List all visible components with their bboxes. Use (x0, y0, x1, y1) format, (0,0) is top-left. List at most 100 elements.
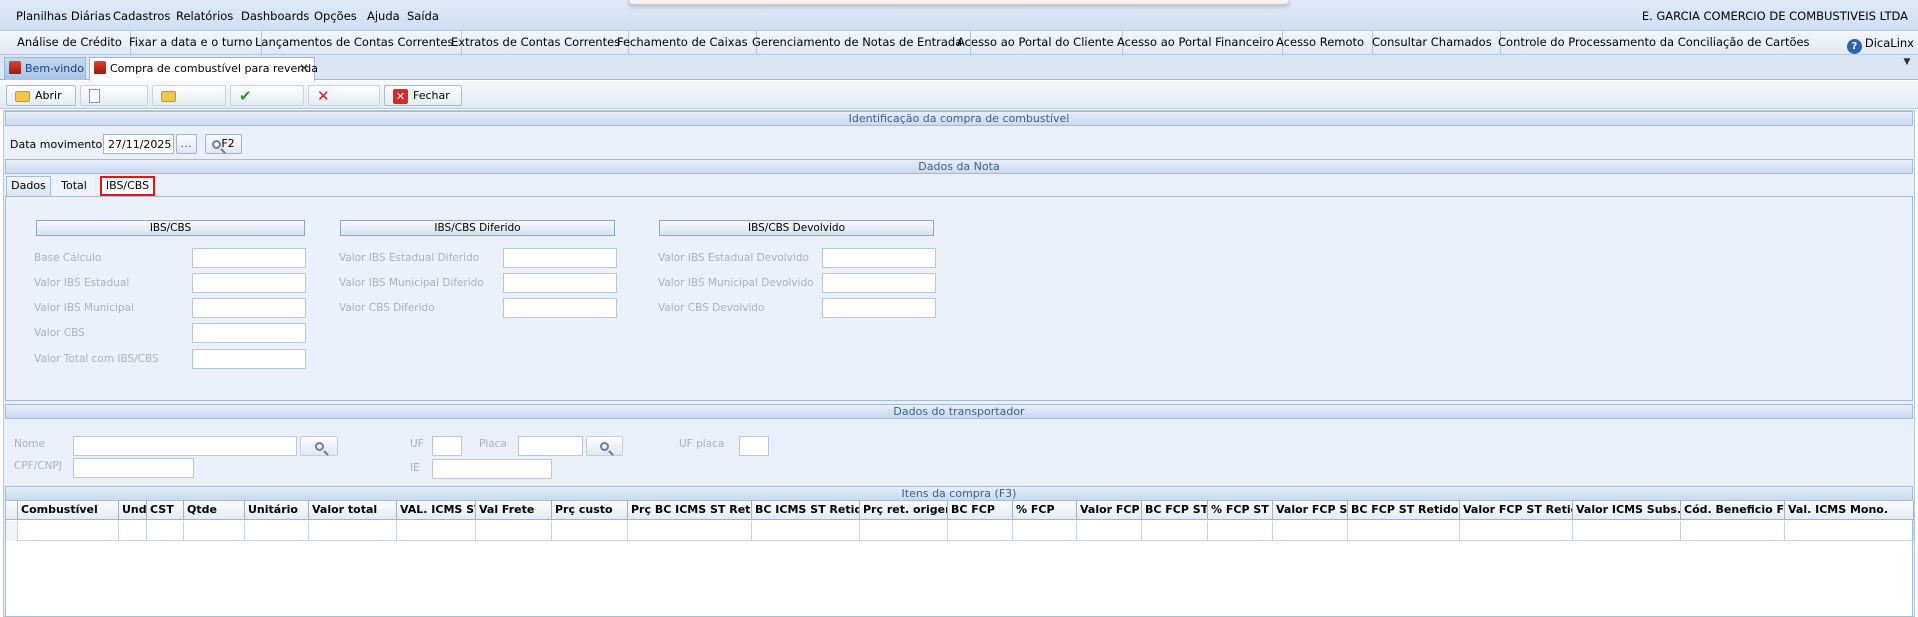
cell-valor-fcp-st[interactable] (1273, 521, 1348, 541)
cell-val-icms-mono[interactable] (1785, 521, 1914, 541)
col-bc-icms-st-retido[interactable]: BC ICMS ST Retido (752, 501, 860, 520)
tab-dados[interactable]: Dados (6, 176, 51, 196)
shortcut-extratos[interactable]: Extratos de Contas Correntes (443, 31, 630, 54)
valor-ibs-municipal-field[interactable] (192, 298, 306, 318)
menu-opcoes[interactable]: Opções (314, 9, 357, 23)
cell-valor-fcp-st-retido[interactable] (1460, 521, 1573, 541)
dicalinx-link[interactable]: ? DicaLinx (1846, 34, 1914, 54)
menu-cadastros[interactable]: Cadastros (113, 9, 170, 23)
confirmar-button[interactable]: ✔ (230, 85, 304, 106)
nome-field[interactable] (73, 436, 297, 456)
shortcut-portal-cliente[interactable]: Acesso ao Portal do Cliente (949, 31, 1123, 54)
menu-planilhas[interactable]: Planilhas Diárias (16, 9, 111, 23)
ibs-municipal-diferido-field[interactable] (503, 273, 617, 293)
cancelar-button[interactable]: ✕ (308, 85, 380, 106)
cell-bc-fcp[interactable] (948, 521, 1013, 541)
col-valor-fcp-st-retido[interactable]: Valor FCP ST Retido (1460, 501, 1573, 520)
ibs-estadual-devolvido-field[interactable] (822, 248, 936, 268)
col-val-frete[interactable]: Val Frete (476, 501, 552, 520)
valor-ibs-estadual-field[interactable] (192, 273, 306, 293)
col-combustivel[interactable]: Combustível (18, 501, 119, 520)
tab-ibs-cbs[interactable]: IBS/CBS (100, 176, 155, 196)
cell-pct-fcp-st[interactable] (1208, 521, 1273, 541)
col-val-icms-st[interactable]: VAL. ICMS ST (397, 501, 476, 520)
cell-pct-fcp[interactable] (1013, 521, 1077, 541)
menu-ajuda[interactable]: Ajuda (367, 9, 400, 23)
cell-bc-fcp-st[interactable] (1142, 521, 1208, 541)
placa-search-button[interactable] (586, 436, 623, 456)
cell-combustivel[interactable] (18, 521, 119, 541)
col-pct-fcp-st[interactable]: % FCP ST (1208, 501, 1273, 520)
novo-button[interactable] (80, 85, 148, 106)
menu-dashboards[interactable]: Dashboards (241, 9, 309, 23)
tab-compra-combustivel[interactable]: Compra de combustível para revenda ✕ (89, 57, 318, 81)
col-cst[interactable]: CST (147, 501, 184, 520)
cell-unitario[interactable] (245, 521, 309, 541)
cell-prc-bc-icms-st-retid[interactable] (628, 521, 752, 541)
shortcut-gerenciamento-notas[interactable]: Gerenciamento de Notas de Entrada (744, 31, 972, 54)
shortcut-acesso-remoto[interactable]: Acesso Remoto (1268, 31, 1374, 54)
cell-valor-total[interactable] (309, 521, 397, 541)
col-bc-fcp[interactable]: BC FCP (948, 501, 1013, 520)
shortcut-lancamentos[interactable]: Lançamentos de Contas Correntes (247, 31, 463, 54)
cell-val-frete[interactable] (476, 521, 552, 541)
cell-prc-ret-origem[interactable] (860, 521, 948, 541)
cbs-diferido-field[interactable] (503, 298, 617, 318)
col-bc-fcp-st-retido[interactable]: BC FCP ST Retido (1348, 501, 1460, 520)
col-prc-custo[interactable]: Prç custo (552, 501, 628, 520)
col-prc-ret-origem[interactable]: Prç ret. origem (860, 501, 948, 520)
cell-val-icms-st[interactable] (397, 521, 476, 541)
valor-cbs-field[interactable] (192, 323, 306, 343)
cbs-devolvido-field[interactable] (822, 298, 936, 318)
col-pct-fcp[interactable]: % FCP (1013, 501, 1077, 520)
editar-button[interactable] (152, 85, 226, 106)
shortcut-portal-financeiro[interactable]: Acesso ao Portal Financeiro (1109, 31, 1283, 54)
abrir-button[interactable]: Abrir (6, 85, 76, 106)
cell-bc-icms-st-retido[interactable] (752, 521, 860, 541)
col-bc-fcp-st[interactable]: BC FCP ST (1142, 501, 1208, 520)
table-row[interactable] (6, 521, 1914, 541)
col-und[interactable]: Und (119, 501, 147, 520)
shortcut-analise-credito[interactable]: Análise de Crédito (9, 31, 131, 54)
col-valor-icms-subs[interactable]: Valor ICMS Subs. (1573, 501, 1681, 520)
col-valor-fcp[interactable]: Valor FCP (1077, 501, 1142, 520)
fechar-button[interactable]: ✕ Fechar (384, 85, 462, 106)
col-val-icms-mono[interactable]: Val. ICMS Mono. (1785, 501, 1914, 520)
cell-valor-icms-subs[interactable] (1573, 521, 1681, 541)
col-unitario[interactable]: Unitário (245, 501, 309, 520)
ie-field[interactable] (432, 459, 552, 479)
uf-field[interactable] (432, 436, 462, 456)
cell-bc-fcp-st-retido[interactable] (1348, 521, 1460, 541)
menu-saida[interactable]: Saída (407, 9, 439, 23)
cell-cst[interactable] (147, 521, 184, 541)
valor-total-field[interactable] (192, 349, 306, 369)
tab-bem-vindo[interactable]: Bem-vindo (4, 57, 86, 80)
shortcut-fixar-data[interactable]: Fixar a data e o turno (121, 31, 262, 54)
col-cod-beneficio-fis[interactable]: Cód. Beneficio Fis (1681, 501, 1785, 520)
cell-valor-fcp[interactable] (1077, 521, 1142, 541)
tab-list-dropdown-icon[interactable]: ▼ (1900, 57, 1914, 71)
shortcut-fechamento[interactable]: Fechamento de Caixas (609, 31, 757, 54)
close-tab-icon[interactable]: ✕ (299, 58, 309, 79)
col-valor-fcp-st[interactable]: Valor FCP ST (1273, 501, 1348, 520)
data-movimento-field[interactable]: 27/11/2025 (103, 134, 174, 154)
cpf-cnpj-field[interactable] (73, 458, 194, 478)
uf-placa-field[interactable] (739, 436, 769, 456)
placa-field[interactable] (518, 436, 583, 456)
tab-total[interactable]: Total (53, 176, 95, 196)
menu-relatorios[interactable]: Relatórios (176, 9, 233, 23)
shortcut-controle-conciliacao[interactable]: Controle do Processamento da Conciliação… (1490, 31, 1818, 54)
search-f2-button[interactable]: F2 (205, 134, 242, 154)
nome-search-button[interactable] (300, 436, 338, 456)
ibs-estadual-diferido-field[interactable] (503, 248, 617, 268)
ibs-municipal-devolvido-field[interactable] (822, 273, 936, 293)
cell-cod-beneficio-fis[interactable] (1681, 521, 1785, 541)
shortcut-consultar-chamados[interactable]: Consultar Chamados (1364, 31, 1501, 54)
date-picker-button[interactable]: ... (176, 134, 197, 154)
col-prc-bc-icms-st-retid[interactable]: Prç BC ICMS ST Retid (628, 501, 752, 520)
col-valor-total[interactable]: Valor total (309, 501, 397, 520)
base-calculo-field[interactable] (192, 248, 306, 268)
cell-qtde[interactable] (184, 521, 245, 541)
cell-und[interactable] (119, 521, 147, 541)
cell-prc-custo[interactable] (552, 521, 628, 541)
